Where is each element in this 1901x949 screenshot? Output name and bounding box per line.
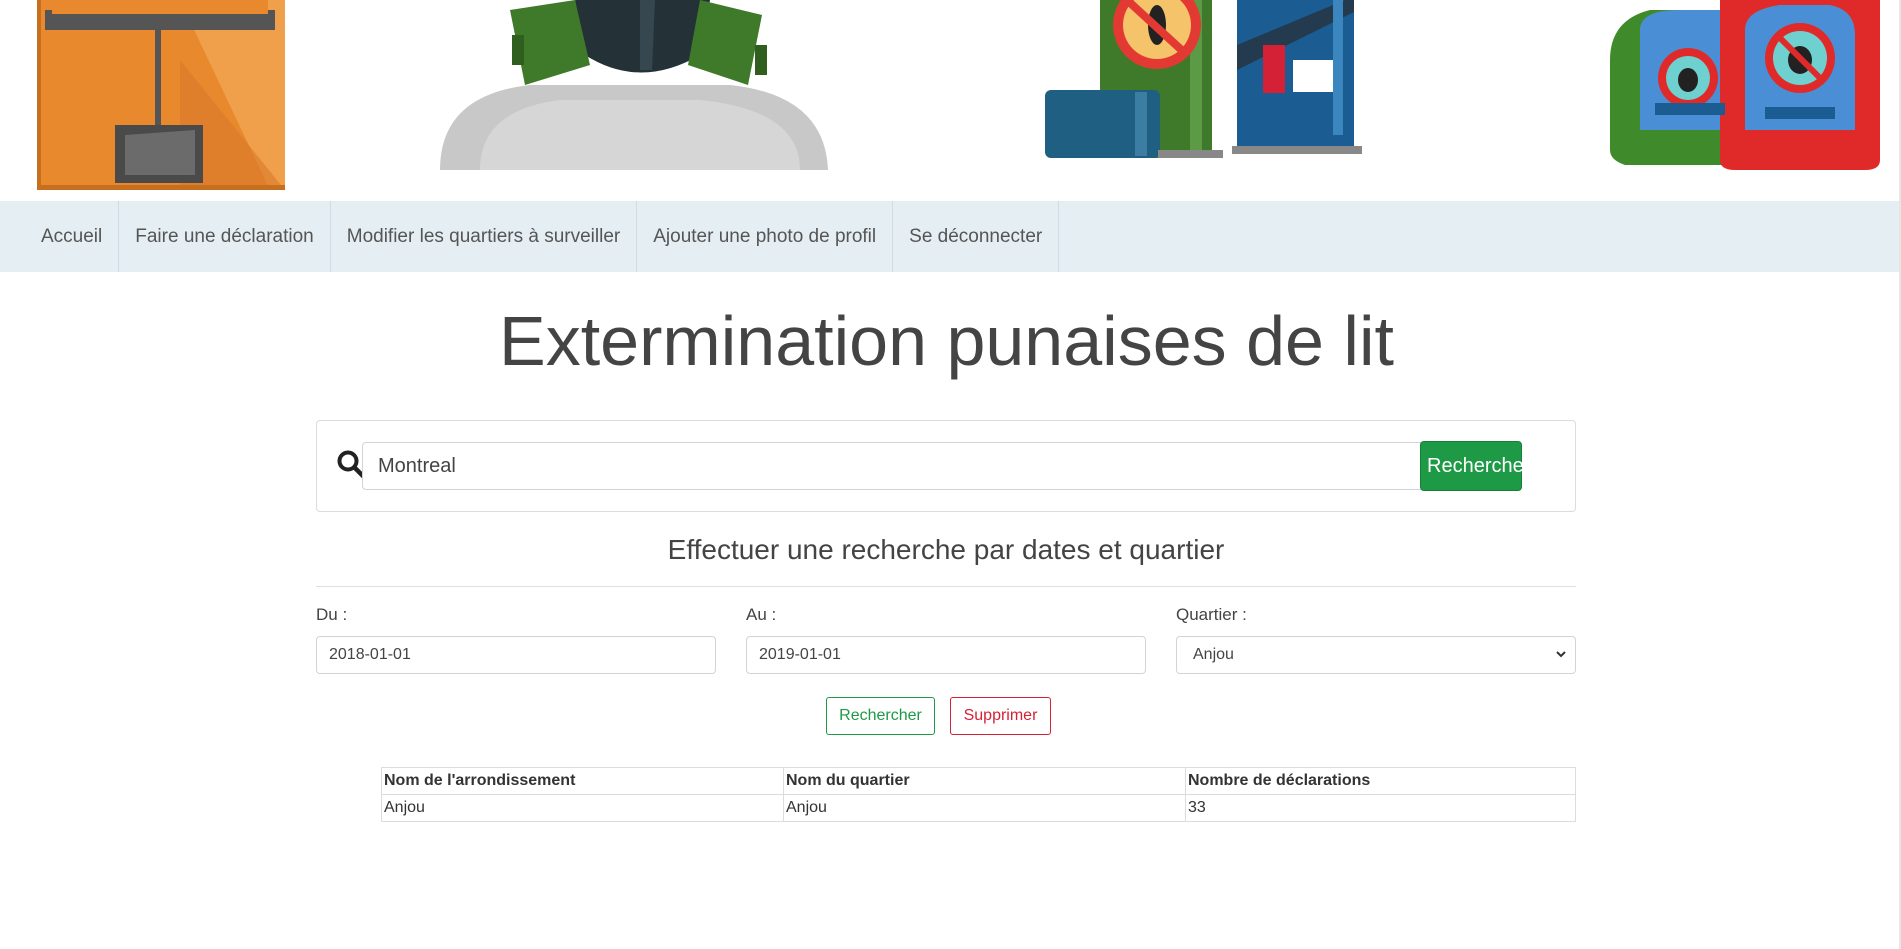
- quartier-selected-value: Anjou: [1193, 646, 1234, 663]
- gas-mask-illustration: [440, 0, 828, 170]
- from-date-value: 2018-01-01: [329, 646, 411, 663]
- page-title: Extermination punaises de lit: [499, 302, 1394, 380]
- from-date-label: Du :: [316, 605, 348, 624]
- results-table: Nom de l'arrondissement Nom du quartier …: [381, 767, 1576, 822]
- nav-item-accueil[interactable]: Accueil: [25, 201, 120, 272]
- nav-item-deconnecter[interactable]: Se déconnecter: [893, 201, 1060, 272]
- insecticide-cans-illustration: [1045, 0, 1362, 158]
- chevron-down-icon: [1555, 646, 1567, 664]
- table-header-row: Nom de l'arrondissement Nom du quartier …: [381, 767, 1576, 795]
- filter-title: Effectuer une recherche par dates et qua…: [667, 534, 1225, 565]
- nav-item-modifier-quartiers[interactable]: Modifier les quartiers à surveiller: [331, 201, 638, 272]
- nav-item-ajouter-photo[interactable]: Ajouter une photo de profil: [637, 201, 894, 272]
- filter-search-button[interactable]: Rechercher: [826, 697, 935, 735]
- column-header-nombre: Nombre de déclarations: [1185, 767, 1576, 795]
- to-date-input[interactable]: 2019-01-01: [746, 636, 1146, 674]
- cell-nombre: 33: [1185, 794, 1576, 822]
- spray-bottles-illustration: [1610, 0, 1880, 170]
- quartier-select[interactable]: Anjou: [1176, 636, 1576, 674]
- divider: [316, 586, 1576, 587]
- to-date-label: Au :: [746, 605, 777, 624]
- column-header-quartier: Nom du quartier: [783, 767, 1186, 795]
- quartier-label: Quartier :: [1176, 605, 1247, 624]
- bait-station-illustration: [37, 0, 285, 190]
- search-button[interactable]: Rechercher: [1420, 441, 1530, 491]
- table-row: Anjou Anjou 33: [381, 794, 1576, 822]
- delete-button[interactable]: Supprimer: [950, 697, 1051, 735]
- pest-control-illustration: [37, 0, 1880, 190]
- from-date-input[interactable]: 2018-01-01: [316, 636, 716, 674]
- to-date-value: 2019-01-01: [759, 646, 841, 663]
- column-header-arrondissement: Nom de l'arrondissement: [381, 767, 784, 795]
- header-banner: [0, 0, 1901, 200]
- nav-item-faire-declaration[interactable]: Faire une déclaration: [119, 201, 331, 272]
- main-nav: Accueil Faire une déclaration Modifier l…: [0, 201, 1901, 272]
- cell-quartier: Anjou: [783, 794, 1186, 822]
- search-panel: Rechercher: [316, 420, 1576, 512]
- search-input[interactable]: [362, 442, 1422, 490]
- cell-arrondissement: Anjou: [381, 794, 784, 822]
